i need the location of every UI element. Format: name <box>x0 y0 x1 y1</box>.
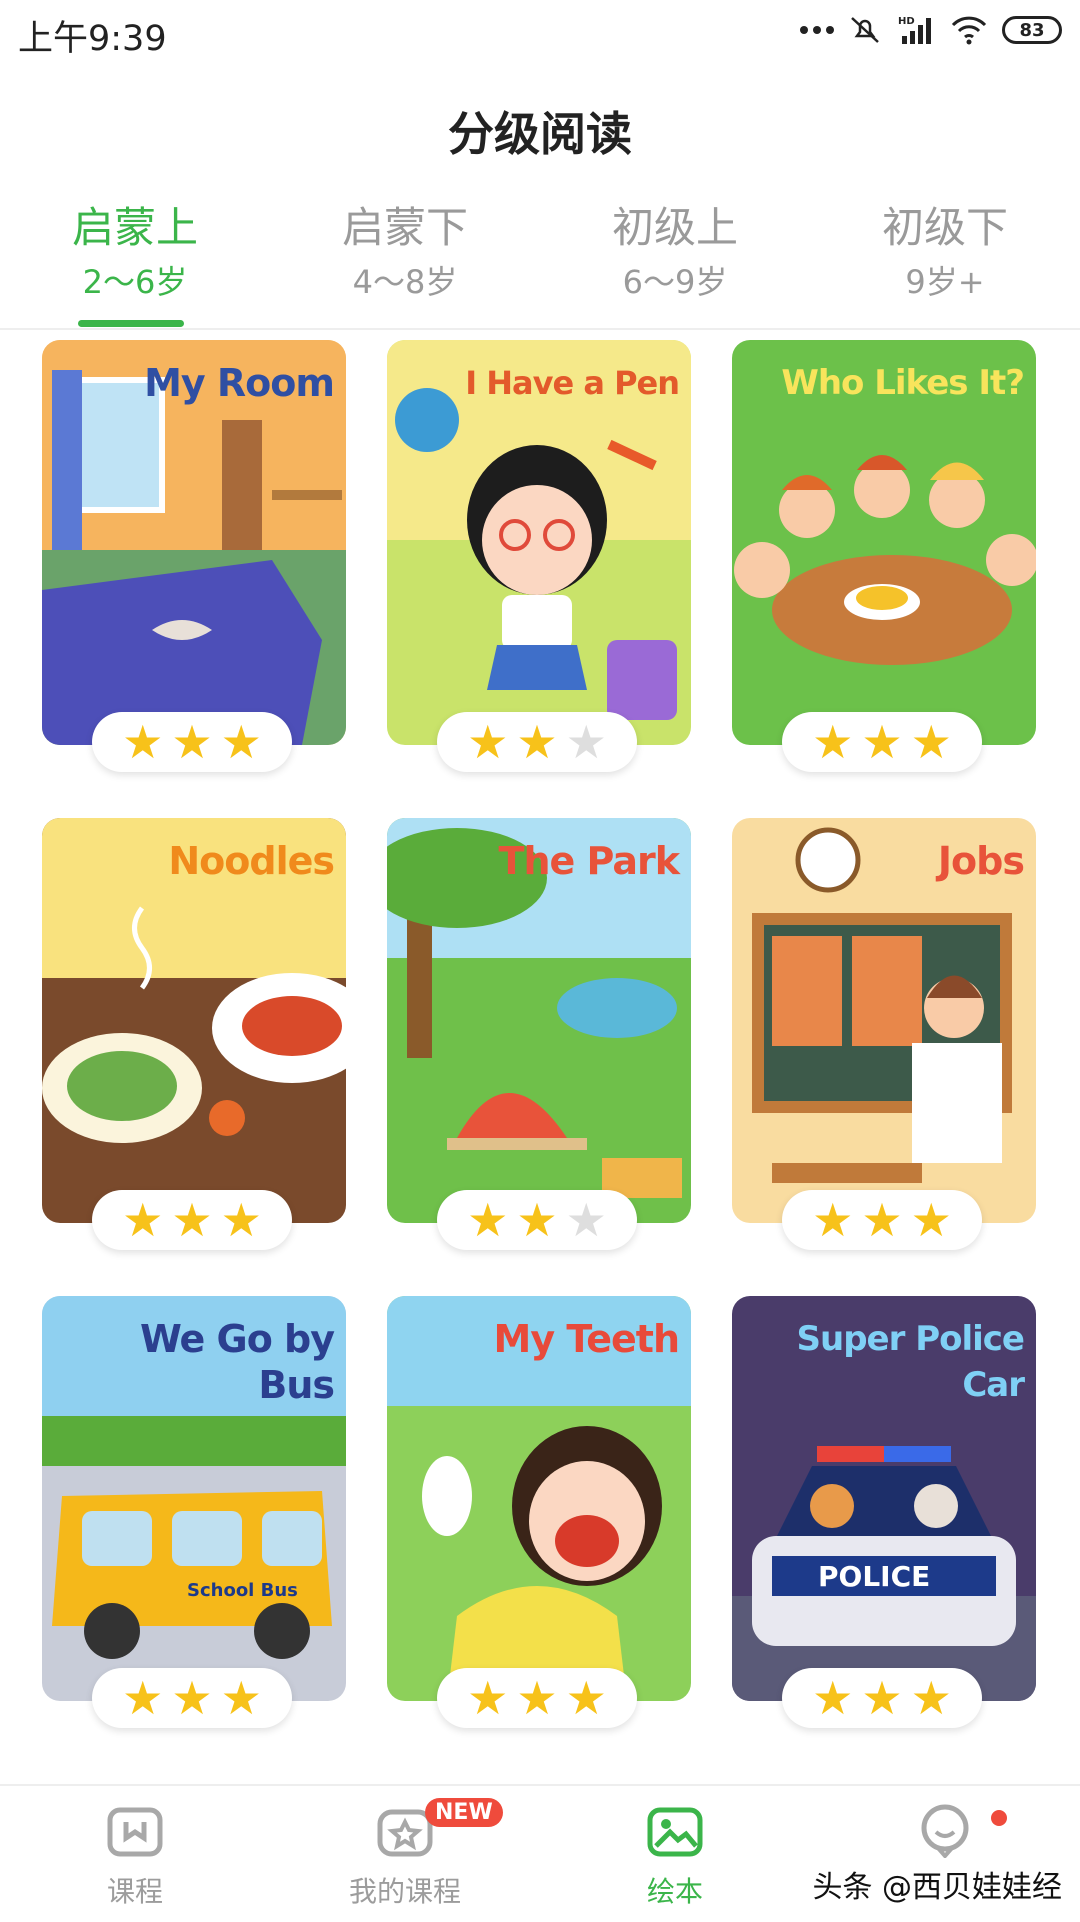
tab-age: 2～6岁 <box>82 263 188 301</box>
picture-book-icon <box>647 1807 703 1857</box>
tab-level-3[interactable]: 初级上 6～9岁 <box>575 200 775 304</box>
star-icon: ★ <box>516 1671 558 1725</box>
tab-name: 启蒙上 <box>71 203 198 252</box>
book-title: Super Police Car <box>796 1319 1026 1405</box>
star-icon: ★ <box>565 715 607 769</box>
svg-text:HD: HD <box>898 16 915 27</box>
rating-stars: ★ ★ ★ <box>782 1190 982 1250</box>
star-icon: ★ <box>467 1193 509 1247</box>
book-grid: My Room I Have a Pen Who Likes It? Noodl… <box>42 340 1040 1730</box>
wifi-icon <box>951 16 987 45</box>
level-tabs: 启蒙上 2～6岁 启蒙下 4～8岁 初级上 6～9岁 初级下 9岁+ <box>0 200 1080 330</box>
tab-level-2[interactable]: 启蒙下 4～8岁 <box>305 200 505 304</box>
star-icon: ★ <box>220 1671 262 1725</box>
status-bar: 上午9:39 HD 83 <box>0 0 1080 66</box>
star-icon: ★ <box>516 1193 558 1247</box>
battery-level: 83 <box>1019 19 1045 41</box>
tab-age: 6～9岁 <box>622 263 728 301</box>
status-time: 上午9:39 <box>18 19 167 59</box>
status-icons: HD 83 <box>800 14 1062 46</box>
more-dots-icon <box>800 26 834 34</box>
signal-icon: HD <box>898 16 931 44</box>
star-icon: ★ <box>171 715 213 769</box>
nav-label: 绘本 <box>646 1875 703 1908</box>
rating-stars: ★ ★ ★ <box>437 1668 637 1728</box>
star-icon: ★ <box>910 1671 952 1725</box>
book-card-jobs[interactable]: Jobs <box>732 818 1036 1223</box>
rating-stars: ★ ★ ★ <box>92 1190 292 1250</box>
nav-profile[interactable] <box>845 1804 1045 1870</box>
star-icon: ★ <box>812 1193 854 1247</box>
book-card-the-park[interactable]: The Park <box>387 818 691 1223</box>
star-icon: ★ <box>220 1193 262 1247</box>
svg-text:School Bus: School Bus <box>187 1580 298 1601</box>
mute-icon <box>851 17 879 43</box>
book-card-who-likes-it[interactable]: Who Likes It? <box>732 340 1036 745</box>
tab-name: 初级下 <box>881 203 1008 252</box>
nav-course[interactable]: 课程 <box>35 1804 235 1910</box>
star-icon: ★ <box>220 715 262 769</box>
book-title: Noodles <box>168 839 335 883</box>
book-title: We Go by Bus <box>139 1317 335 1407</box>
star-icon: ★ <box>122 1193 164 1247</box>
rating-stars: ★ ★ ★ <box>782 1668 982 1728</box>
book-title: The Park <box>498 839 680 883</box>
page-title: 分级阅读 <box>448 107 632 161</box>
star-icon: ★ <box>565 1671 607 1725</box>
new-badge: NEW <box>425 1798 503 1827</box>
star-icon: ★ <box>122 715 164 769</box>
star-icon: ★ <box>861 715 903 769</box>
profile-icon <box>921 1804 969 1860</box>
book-title: I Have a Pen <box>465 364 680 402</box>
nav-label: 课程 <box>106 1875 163 1908</box>
book-card-my-room[interactable]: My Room <box>42 340 346 745</box>
star-icon: ★ <box>171 1193 213 1247</box>
star-icon: ★ <box>861 1193 903 1247</box>
tab-name: 初级上 <box>611 203 738 252</box>
tab-age: 9岁+ <box>905 263 985 301</box>
course-icon <box>107 1807 163 1857</box>
star-icon: ★ <box>467 715 509 769</box>
battery-icon: 83 <box>1002 16 1062 44</box>
star-icon: ★ <box>910 715 952 769</box>
star-icon: ★ <box>812 1671 854 1725</box>
tab-level-4[interactable]: 初级下 9岁+ <box>845 200 1045 304</box>
book-title: Jobs <box>937 839 1025 883</box>
star-icon: ★ <box>122 1671 164 1725</box>
star-icon: ★ <box>910 1193 952 1247</box>
watermark: 头条 @西贝娃娃经 <box>812 1870 1062 1905</box>
nav-picture-book[interactable]: 绘本 <box>575 1804 775 1910</box>
star-icon: ★ <box>861 1671 903 1725</box>
book-title: My Teeth <box>493 1317 680 1361</box>
nav-my-course[interactable]: 我的课程 NEW <box>305 1798 505 1910</box>
star-icon: ★ <box>565 1193 607 1247</box>
book-title: My Room <box>144 361 335 405</box>
book-card-i-have-a-pen[interactable]: I Have a Pen <box>387 340 691 745</box>
rating-stars: ★ ★ ★ <box>437 712 637 772</box>
tab-age: 4～8岁 <box>352 263 458 301</box>
active-tab-indicator <box>78 320 184 327</box>
book-card-super-police-car[interactable]: POLICE Super Police Car <box>732 1296 1036 1701</box>
rating-stars: ★ ★ ★ <box>782 712 982 772</box>
rating-stars: ★ ★ ★ <box>437 1190 637 1250</box>
star-icon: ★ <box>812 715 854 769</box>
tab-name: 启蒙下 <box>341 203 468 252</box>
rating-stars: ★ ★ ★ <box>92 712 292 772</box>
star-icon: ★ <box>171 1671 213 1725</box>
rating-stars: ★ ★ ★ <box>92 1668 292 1728</box>
star-icon: ★ <box>516 715 558 769</box>
book-card-my-teeth[interactable]: My Teeth <box>387 1296 691 1701</box>
star-icon: ★ <box>467 1671 509 1725</box>
book-card-we-go-by-bus[interactable]: School Bus We Go by Bus <box>42 1296 346 1701</box>
book-title: Who Likes It? <box>781 363 1025 403</box>
book-card-noodles[interactable]: Noodles <box>42 818 346 1223</box>
svg-text:POLICE: POLICE <box>818 1560 930 1593</box>
tab-level-1[interactable]: 启蒙上 2～6岁 <box>35 200 235 327</box>
notification-dot <box>991 1810 1007 1826</box>
nav-label: 我的课程 <box>348 1875 461 1908</box>
